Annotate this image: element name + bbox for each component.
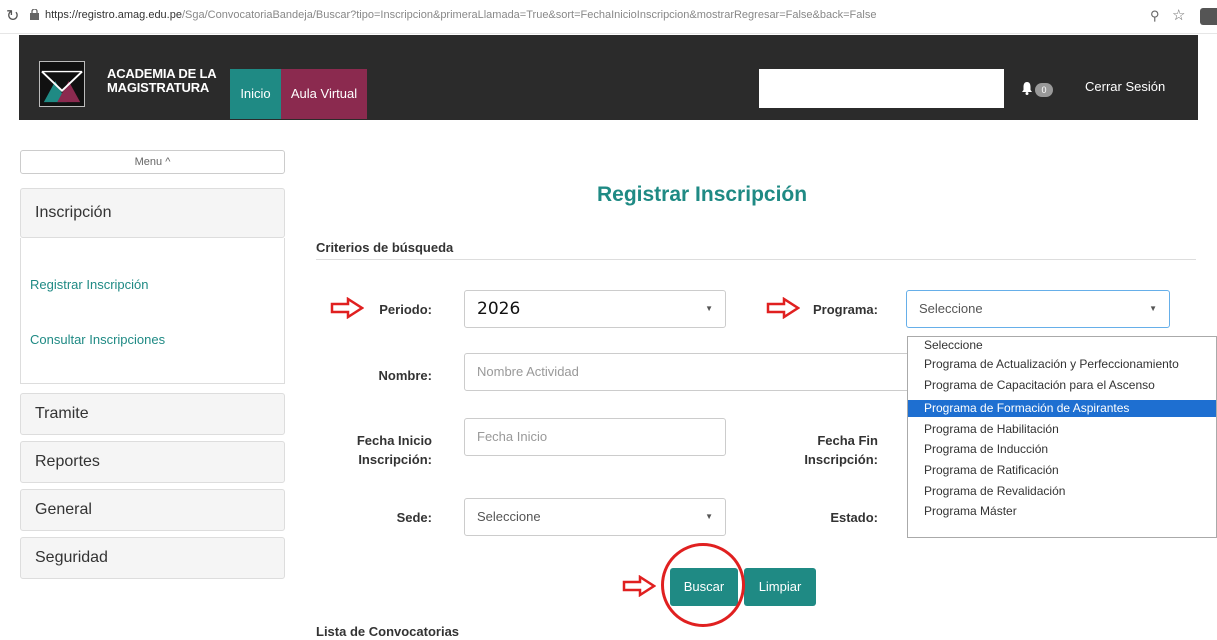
periodo-select[interactable]: 2026 ▼ xyxy=(464,290,726,328)
label-programa: Programa: xyxy=(812,302,878,317)
lock-icon xyxy=(30,9,39,20)
caret-down-icon: ▼ xyxy=(705,512,713,521)
nombre-input[interactable]: Nombre Actividad xyxy=(464,353,914,391)
page-title: Registrar Inscripción xyxy=(597,183,808,206)
dropdown-option[interactable]: Programa de Habilitación xyxy=(908,421,1216,438)
programa-dropdown-list: Seleccione Programa de Actualización y P… xyxy=(907,336,1217,538)
list-heading: Lista de Convocatorias xyxy=(316,624,460,639)
sede-select[interactable]: Seleccione ▼ xyxy=(464,498,726,536)
menu-toggle-button[interactable]: Menu ^ xyxy=(20,150,285,174)
label-sede: Sede: xyxy=(396,510,432,525)
dropdown-option-selected[interactable]: Programa de Formación de Aspirantes xyxy=(908,400,1216,417)
dropdown-option[interactable]: Programa Máster xyxy=(908,503,1216,520)
nav-inicio[interactable]: Inicio xyxy=(230,69,281,119)
top-header: ACADEMIA DE LA MAGISTRATURA Inicio Aula … xyxy=(19,35,1198,120)
logout-link[interactable]: Cerrar Sesión xyxy=(1085,79,1165,94)
bookmark-star-icon[interactable]: ☆ xyxy=(1172,6,1185,24)
label-estado: Estado: xyxy=(830,510,878,525)
zoom-icon[interactable]: ⚲ xyxy=(1150,8,1160,24)
sidebar-link-consultar[interactable]: Consultar Inscripciones xyxy=(30,332,165,347)
url-text[interactable]: https://registro.amag.edu.pe/Sga/Convoca… xyxy=(45,9,1125,21)
bell-icon[interactable] xyxy=(1021,81,1033,95)
criteria-divider xyxy=(316,259,1196,260)
dropdown-option[interactable]: Programa de Actualización y Perfeccionam… xyxy=(908,356,1216,373)
label-nombre: Nombre: xyxy=(378,368,432,383)
limpiar-button[interactable]: Limpiar xyxy=(744,568,816,606)
label-fecha-fin: Fecha Fin Inscripción: xyxy=(804,433,878,467)
brand-name: ACADEMIA DE LA MAGISTRATURA xyxy=(107,66,217,95)
sidebar-link-registrar[interactable]: Registrar Inscripción xyxy=(30,277,149,292)
annotation-circle xyxy=(661,543,745,627)
programa-select[interactable]: Seleccione ▼ xyxy=(906,290,1170,328)
dropdown-option[interactable]: Programa de Inducción xyxy=(908,441,1216,458)
label-periodo: Periodo: xyxy=(379,302,432,317)
academy-logo xyxy=(39,61,85,107)
label-fecha-inicio: Fecha Inicio Inscripción: xyxy=(356,433,432,467)
fecha-inicio-input[interactable]: Fecha Inicio xyxy=(464,418,726,456)
dropdown-option[interactable]: Seleccione xyxy=(908,337,1216,354)
extension-icon[interactable] xyxy=(1200,8,1217,25)
browser-address-bar: ↻ https://registro.amag.edu.pe/Sga/Convo… xyxy=(0,0,1217,34)
dropdown-option[interactable]: Programa de Capacitación para el Ascenso xyxy=(908,377,1216,394)
reload-icon[interactable]: ↻ xyxy=(6,6,19,26)
dropdown-option[interactable]: Programa de Ratificación xyxy=(908,462,1216,479)
annotation-arrow-icon xyxy=(622,575,656,597)
dropdown-option[interactable]: Programa de Revalidación xyxy=(908,483,1216,500)
caret-down-icon: ▼ xyxy=(705,304,713,313)
criteria-heading: Criterios de búsqueda xyxy=(316,240,454,255)
nav-aula-virtual[interactable]: Aula Virtual xyxy=(281,69,367,119)
notification-badge[interactable]: 0 xyxy=(1035,83,1053,97)
user-name-box xyxy=(759,69,1004,108)
sidebar-panel-seguridad[interactable]: Seguridad xyxy=(20,537,285,579)
sidebar-panel-general[interactable]: General xyxy=(20,489,285,531)
chevron-up-icon: ^ xyxy=(165,156,171,168)
sidebar-panel-inscripcion[interactable]: Inscripción xyxy=(20,188,285,238)
sidebar-panel-body xyxy=(20,238,285,384)
caret-down-icon: ▼ xyxy=(1149,304,1157,313)
sidebar-panel-reportes[interactable]: Reportes xyxy=(20,441,285,483)
sidebar-panel-tramite[interactable]: Tramite xyxy=(20,393,285,435)
